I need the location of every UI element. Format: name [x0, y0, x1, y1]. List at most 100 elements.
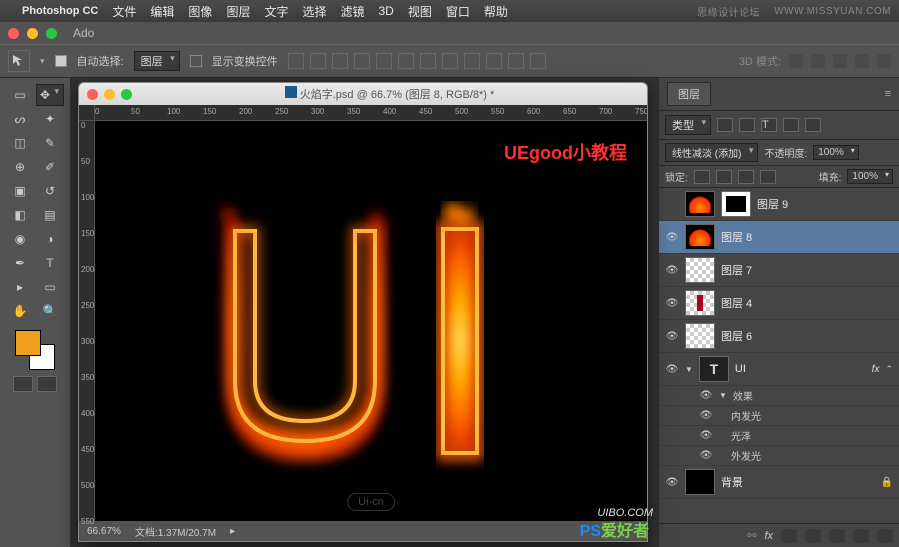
- layer-name[interactable]: 图层 6: [721, 328, 752, 344]
- layer-thumbnail[interactable]: [685, 191, 715, 217]
- layer-row[interactable]: 👁图层 7: [659, 254, 899, 287]
- menu-help[interactable]: 帮助: [484, 3, 508, 20]
- layers-tab[interactable]: 图层: [667, 82, 711, 106]
- menu-window[interactable]: 窗口: [446, 3, 470, 20]
- layer-name[interactable]: 图层 8: [721, 229, 752, 245]
- roll-icon[interactable]: [811, 54, 825, 68]
- crop-tool[interactable]: ◫: [6, 132, 34, 154]
- filter-adjust-icon[interactable]: [739, 118, 755, 132]
- layer-mask-icon[interactable]: [781, 529, 797, 543]
- menu-edit[interactable]: 编辑: [150, 3, 174, 20]
- lock-pixels-icon[interactable]: [716, 170, 732, 184]
- align-icon[interactable]: [310, 53, 326, 69]
- layer-name[interactable]: 背景: [721, 474, 743, 490]
- healing-tool[interactable]: ⊕: [6, 156, 34, 178]
- group-icon[interactable]: [829, 529, 845, 543]
- lock-transparency-icon[interactable]: [694, 170, 710, 184]
- align-icon[interactable]: [288, 53, 304, 69]
- align-icon[interactable]: [486, 53, 502, 69]
- layer-fx-icon[interactable]: fx: [764, 530, 773, 542]
- filter-type-icon[interactable]: T: [761, 118, 777, 132]
- auto-select-checkbox[interactable]: [55, 55, 67, 67]
- pen-tool[interactable]: ✒: [6, 252, 34, 274]
- trash-icon[interactable]: [877, 529, 893, 543]
- chevron-down-icon[interactable]: ▾: [40, 56, 45, 67]
- fill-input[interactable]: 100%: [847, 169, 893, 184]
- foreground-color-swatch[interactable]: [15, 330, 41, 356]
- effect-item[interactable]: 👁外发光: [659, 446, 899, 466]
- color-swatches[interactable]: [15, 330, 55, 370]
- layer-thumbnail[interactable]: T: [699, 356, 729, 382]
- layer-row[interactable]: 👁 图层 8: [659, 221, 899, 254]
- layer-thumbnail[interactable]: [685, 257, 715, 283]
- auto-select-dropdown[interactable]: 图层: [134, 51, 180, 71]
- pan-icon[interactable]: [833, 54, 847, 68]
- layer-visibility-icon[interactable]: 👁: [665, 476, 679, 488]
- move-tool[interactable]: ✥: [36, 84, 64, 106]
- hand-tool[interactable]: ✋: [6, 300, 34, 322]
- lasso-tool[interactable]: ᔕ: [6, 108, 34, 130]
- menu-layer[interactable]: 图层: [226, 3, 250, 20]
- filter-smart-icon[interactable]: [805, 118, 821, 132]
- layer-name[interactable]: 图层 4: [721, 295, 752, 311]
- align-icon[interactable]: [354, 53, 370, 69]
- link-layers-icon[interactable]: ⚯: [747, 529, 756, 542]
- menu-image[interactable]: 图像: [188, 3, 212, 20]
- align-icon[interactable]: [376, 53, 392, 69]
- align-icon[interactable]: [530, 53, 546, 69]
- lock-all-icon[interactable]: [760, 170, 776, 184]
- brush-tool[interactable]: ✐: [36, 156, 64, 178]
- menu-type[interactable]: 文字: [264, 3, 288, 20]
- blur-tool[interactable]: ◉: [6, 228, 34, 250]
- stamp-tool[interactable]: ▣: [6, 180, 34, 202]
- layer-visibility-icon[interactable]: 👁: [665, 231, 679, 243]
- doc-close-button[interactable]: [87, 89, 98, 100]
- fx-badge[interactable]: fx: [872, 364, 880, 375]
- adjustment-layer-icon[interactable]: [805, 529, 821, 543]
- layer-row[interactable]: 👁 图层 6: [659, 320, 899, 353]
- ruler-horizontal[interactable]: 0501001502002503003504004505005506006507…: [95, 105, 647, 121]
- layer-thumbnail[interactable]: [685, 469, 715, 495]
- layer-name[interactable]: 图层 7: [721, 262, 752, 278]
- layer-row[interactable]: 图层 9: [659, 188, 899, 221]
- minimize-window-button[interactable]: [27, 28, 38, 39]
- lock-position-icon[interactable]: [738, 170, 754, 184]
- layer-name[interactable]: UI: [735, 363, 746, 375]
- layer-thumbnail[interactable]: [685, 323, 715, 349]
- filter-pixel-icon[interactable]: [717, 118, 733, 132]
- type-tool[interactable]: T: [36, 252, 64, 274]
- gradient-tool[interactable]: ▤: [36, 204, 64, 226]
- statusbar-chevron-icon[interactable]: ▸: [230, 526, 235, 537]
- menu-file[interactable]: 文件: [112, 3, 136, 20]
- shape-tool[interactable]: ▭: [36, 276, 64, 298]
- slide-icon[interactable]: [855, 54, 869, 68]
- layer-row[interactable]: 👁背景🔒: [659, 466, 899, 499]
- filter-kind-dropdown[interactable]: 类型: [665, 115, 711, 135]
- effects-header[interactable]: 👁▼效果: [659, 386, 899, 406]
- layer-row[interactable]: 👁 图层 4: [659, 287, 899, 320]
- disclosure-icon[interactable]: ▼: [685, 365, 693, 374]
- align-icon[interactable]: [332, 53, 348, 69]
- menu-filter[interactable]: 滤镜: [340, 3, 364, 20]
- layer-visibility-icon[interactable]: 👁: [665, 297, 679, 309]
- layer-visibility-icon[interactable]: 👁: [665, 330, 679, 342]
- document-titlebar[interactable]: 火焰字.psd @ 66.7% (图层 8, RGB/8*) *: [79, 83, 647, 105]
- quickmask-mode-icon[interactable]: [37, 376, 57, 392]
- close-window-button[interactable]: [8, 28, 19, 39]
- history-brush-tool[interactable]: ↺: [36, 180, 64, 202]
- align-icon[interactable]: [420, 53, 436, 69]
- blend-mode-dropdown[interactable]: 线性减淡 (添加): [665, 143, 758, 162]
- layer-name[interactable]: 图层 9: [757, 196, 788, 212]
- doc-minimize-button[interactable]: [104, 89, 115, 100]
- menu-select[interactable]: 选择: [302, 3, 326, 20]
- canvas[interactable]: UEgood小教程: [95, 121, 647, 521]
- layer-thumbnail[interactable]: [685, 290, 715, 316]
- zoom-tool[interactable]: 🔍: [36, 300, 64, 322]
- layer-mask-thumbnail[interactable]: [721, 191, 751, 217]
- filter-shape-icon[interactable]: [783, 118, 799, 132]
- layer-visibility-icon[interactable]: 👁: [665, 363, 679, 375]
- align-icon[interactable]: [508, 53, 524, 69]
- show-transform-checkbox[interactable]: [190, 55, 202, 67]
- align-icon[interactable]: [464, 53, 480, 69]
- align-icon[interactable]: [398, 53, 414, 69]
